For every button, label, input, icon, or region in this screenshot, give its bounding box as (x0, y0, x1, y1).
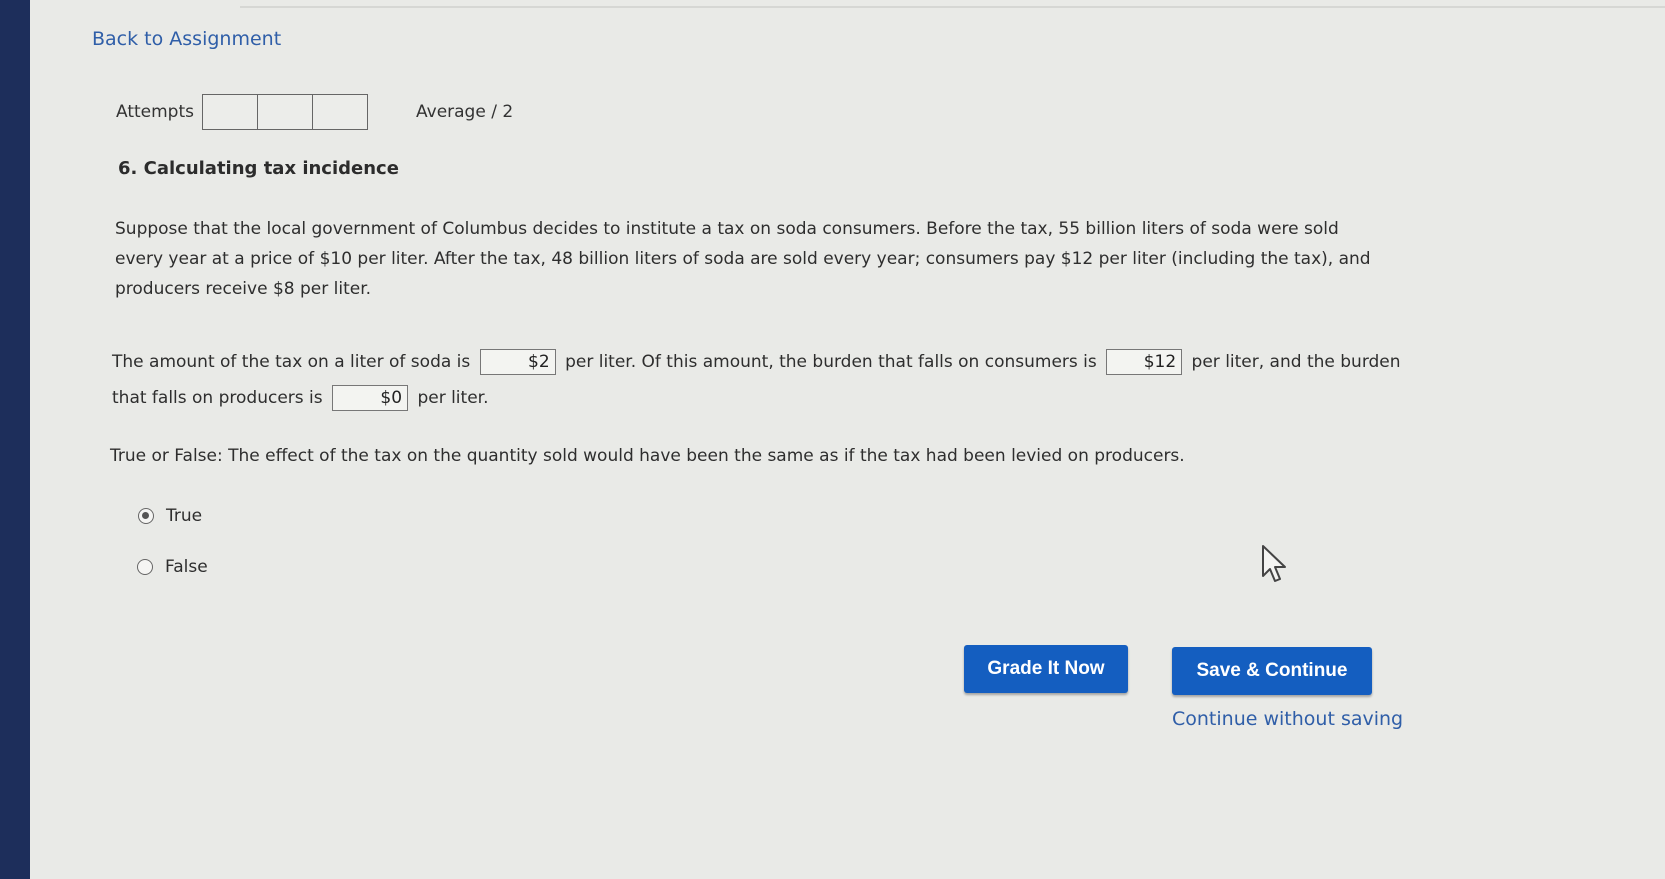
tax-amount-input[interactable]: $2 (479, 349, 556, 375)
save-and-continue-button[interactable]: Save & Continue (1172, 647, 1372, 695)
option-true[interactable]: True (138, 506, 202, 526)
assignment-page: Back to Assignment Attempts Average / 2 … (30, 0, 1665, 879)
attempts-label: Attempts (116, 102, 194, 122)
question-paragraph: Suppose that the local government of Col… (115, 219, 1371, 299)
mouse-cursor-icon (1262, 545, 1286, 582)
continue-without-saving-link[interactable]: Continue without saving (1172, 708, 1403, 730)
attempt-indicator (202, 94, 368, 130)
option-false[interactable]: False (137, 557, 208, 577)
radio-false[interactable] (137, 559, 153, 575)
attempt-box (258, 95, 313, 129)
attempts-row: Attempts Average / 2 (116, 94, 513, 130)
fill-in-paragraph: The amount of the tax on a liter of soda… (112, 344, 1412, 416)
radio-true[interactable] (138, 508, 154, 524)
fill-text-1: The amount of the tax on a liter of soda… (112, 352, 471, 372)
left-sidebar-strip (0, 0, 30, 879)
consumer-burden-input[interactable]: $12 (1106, 349, 1183, 375)
grade-it-now-button[interactable]: Grade It Now (964, 645, 1128, 693)
average-score: Average / 2 (416, 102, 514, 122)
fill-text-2: per liter. Of this amount, the burden th… (565, 352, 1097, 372)
option-false-label: False (165, 557, 208, 577)
option-true-label: True (166, 506, 203, 526)
attempt-box (313, 95, 367, 129)
true-false-question: True or False: The effect of the tax on … (110, 446, 1185, 466)
attempt-box (203, 95, 258, 129)
fill-text-4: per liter. (417, 388, 489, 408)
producer-burden-input[interactable]: $0 (332, 385, 409, 411)
question-title: 6. Calculating tax incidence (118, 158, 399, 179)
back-to-assignment-link[interactable]: Back to Assignment (92, 28, 281, 50)
top-divider (240, 6, 1665, 8)
